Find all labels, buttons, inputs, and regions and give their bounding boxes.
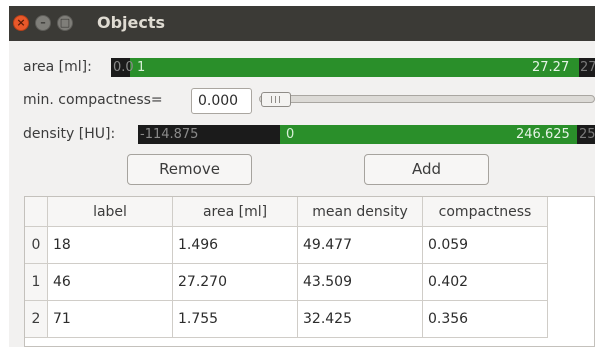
compactness-label: min. compactness= [23,92,163,108]
grip-line [275,96,276,103]
title-bar[interactable]: × – □ Objects [9,6,595,41]
table-cell[interactable]: 0.059 [423,227,548,264]
area-low-value: 1 [137,60,146,75]
column-header[interactable]: mean density [298,197,423,227]
density-min-text: -114.875 [140,127,199,142]
column-header[interactable]: area [ml] [173,197,298,227]
compactness-input[interactable]: 0.000 [191,88,252,114]
row-header[interactable]: 2 [25,301,48,338]
add-button[interactable]: Add [364,154,489,185]
table-cell[interactable]: 43.509 [298,264,423,301]
maximize-icon: □ [59,16,71,29]
grip-line [279,96,280,103]
table-corner[interactable] [25,197,48,227]
column-header[interactable]: label [48,197,173,227]
close-icon: × [16,16,26,29]
close-button[interactable]: × [13,15,29,31]
table-cell[interactable]: 1.496 [173,227,298,264]
density-max-text: 25 [579,127,595,142]
row-header[interactable]: 0 [25,227,48,264]
minimize-icon: – [40,16,46,29]
maximize-button[interactable]: □ [57,15,73,31]
table-cell[interactable]: 32.425 [298,301,423,338]
density-high-value: 246.625 [516,127,570,142]
area-range-slider[interactable]: 0.0 1 27.27 27 [111,58,595,77]
compactness-slider-handle[interactable] [261,92,291,107]
density-range-slider[interactable]: -114.875 0 246.625 25 [138,125,595,144]
minimize-button[interactable]: – [35,15,51,31]
area-range-fill[interactable] [130,58,579,77]
objects-table[interactable]: label area [ml] mean density compactness… [24,196,595,347]
table-cell[interactable]: 49.477 [298,227,423,264]
table-cell[interactable]: 0.356 [423,301,548,338]
grip-line [271,96,272,103]
row-header[interactable]: 1 [25,264,48,301]
table-cell[interactable]: 18 [48,227,173,264]
objects-window: × – □ Objects area [ml]: 0.0 1 27.27 27 … [9,6,595,347]
table-cell[interactable]: 1.755 [173,301,298,338]
table-cell[interactable]: 46 [48,264,173,301]
density-low-value: 0 [286,127,295,142]
compactness-slider[interactable] [259,95,595,103]
remove-button[interactable]: Remove [127,154,252,185]
area-min-text: 0.0 [113,60,134,75]
table-cell[interactable]: 27.270 [173,264,298,301]
window-title: Objects [97,13,166,32]
area-high-value: 27.27 [532,60,570,75]
table-cell[interactable]: 71 [48,301,173,338]
column-header[interactable]: compactness [423,197,548,227]
density-label: density [HU]: [23,126,116,142]
area-label: area [ml]: [23,59,92,75]
table-cell[interactable]: 0.402 [423,264,548,301]
area-max-text: 27 [580,60,595,75]
